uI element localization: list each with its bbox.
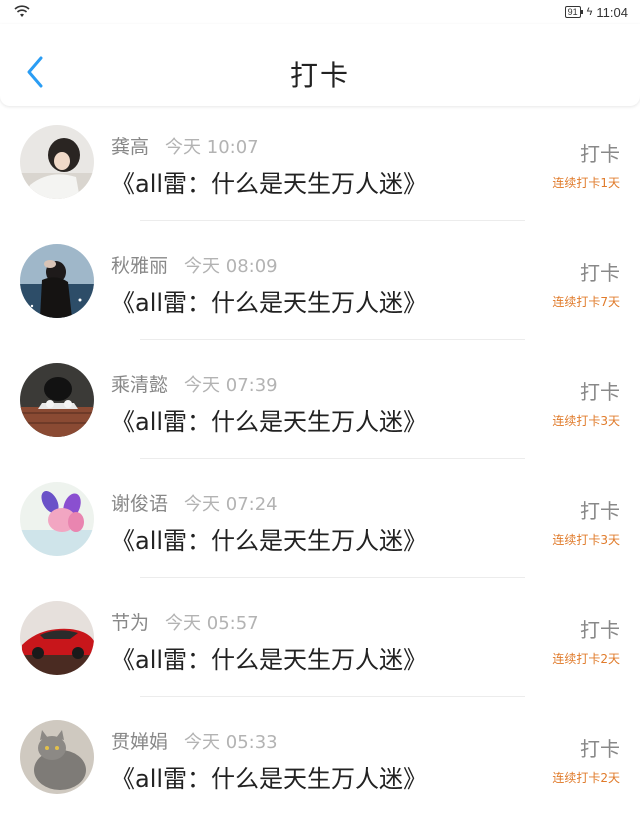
streak-label: 连续打卡2天 <box>552 652 620 666</box>
status-right: 91 ϟ 11:04 <box>564 3 628 21</box>
checkin-button[interactable]: 打卡 <box>580 614 620 643</box>
page-title: 打卡 <box>289 59 350 92</box>
avatar[interactable] <box>20 482 94 556</box>
avatar-image <box>20 482 94 556</box>
wifi-icon <box>14 5 30 17</box>
checkin-time: 今天 07:24 <box>184 494 278 515</box>
avatar[interactable] <box>20 244 94 318</box>
list-item[interactable]: 谢俊语 今天 07:24 《all雷：什么是天生万人迷》 打卡 连续打卡3天 <box>0 473 640 592</box>
avatar[interactable] <box>20 601 94 675</box>
user-name: 龚高 今天 10:07 <box>111 132 259 159</box>
checkin-button[interactable]: 打卡 <box>580 376 620 405</box>
user-name-text: 秋雅丽 <box>111 255 169 277</box>
user-name: 节为 今天 05:57 <box>111 608 259 635</box>
avatar-image <box>20 244 94 318</box>
charging-icon: ϟ <box>586 6 593 18</box>
checkin-time: 今天 10:07 <box>165 137 259 158</box>
avatar[interactable] <box>20 363 94 437</box>
streak-label: 连续打卡3天 <box>552 533 620 547</box>
status-bar: 91 ϟ 11:04 <box>0 0 640 24</box>
user-name: 谢俊语 今天 07:24 <box>111 489 278 516</box>
user-name-text: 贯婵娟 <box>111 731 169 753</box>
divider <box>140 220 525 221</box>
list-item[interactable]: 贯婵娟 今天 05:33 《all雷：什么是天生万人迷》 打卡 连续打卡2天 <box>0 711 640 830</box>
list-item[interactable]: 节为 今天 05:57 《all雷：什么是天生万人迷》 打卡 连续打卡2天 <box>0 592 640 711</box>
checkin-content: 《all雷：什么是天生万人迷》 <box>111 408 428 436</box>
avatar-image <box>20 363 94 437</box>
divider <box>140 458 525 459</box>
checkin-content: 《all雷：什么是天生万人迷》 <box>111 765 428 793</box>
list-item[interactable]: 龚高 今天 10:07 《all雷：什么是天生万人迷》 打卡 连续打卡1天 <box>0 116 640 235</box>
clock: 11:04 <box>596 4 628 20</box>
checkin-time: 今天 05:33 <box>184 732 278 753</box>
user-name-text: 节为 <box>111 612 150 634</box>
checkin-list: 龚高 今天 10:07 《all雷：什么是天生万人迷》 打卡 连续打卡1天 秋雅丽… <box>0 116 640 830</box>
streak-label: 连续打卡3天 <box>552 414 620 428</box>
checkin-time: 今天 07:39 <box>184 375 278 396</box>
user-name: 乘清懿 今天 07:39 <box>111 370 278 397</box>
user-name-text: 乘清懿 <box>111 374 169 396</box>
user-name-text: 谢俊语 <box>111 493 169 515</box>
list-item[interactable]: 秋雅丽 今天 08:09 《all雷：什么是天生万人迷》 打卡 连续打卡7天 <box>0 235 640 354</box>
checkin-button[interactable]: 打卡 <box>580 257 620 286</box>
streak-label: 连续打卡2天 <box>552 771 620 785</box>
divider <box>140 577 525 578</box>
user-name: 贯婵娟 今天 05:33 <box>111 727 278 754</box>
streak-label: 连续打卡7天 <box>552 295 620 309</box>
checkin-time: 今天 05:57 <box>165 613 259 634</box>
checkin-button[interactable]: 打卡 <box>580 495 620 524</box>
list-item[interactable]: 乘清懿 今天 07:39 《all雷：什么是天生万人迷》 打卡 连续打卡3天 <box>0 354 640 473</box>
streak-label: 连续打卡1天 <box>552 176 620 190</box>
checkin-button[interactable]: 打卡 <box>580 733 620 762</box>
avatar-image <box>20 125 94 199</box>
checkin-content: 《all雷：什么是天生万人迷》 <box>111 646 428 674</box>
divider <box>140 696 525 697</box>
avatar-image <box>20 601 94 675</box>
checkin-content: 《all雷：什么是天生万人迷》 <box>111 289 428 317</box>
avatar[interactable] <box>20 720 94 794</box>
battery-icon: 91 <box>564 6 583 18</box>
checkin-time: 今天 08:09 <box>184 256 278 277</box>
user-name-text: 龚高 <box>111 136 150 158</box>
avatar[interactable] <box>20 125 94 199</box>
avatar-image <box>20 720 94 794</box>
checkin-content: 《all雷：什么是天生万人迷》 <box>111 527 428 555</box>
user-name: 秋雅丽 今天 08:09 <box>111 251 278 278</box>
checkin-content: 《all雷：什么是天生万人迷》 <box>111 170 428 198</box>
checkin-button[interactable]: 打卡 <box>580 138 620 167</box>
divider <box>140 339 525 340</box>
header: 打卡 <box>0 24 640 106</box>
